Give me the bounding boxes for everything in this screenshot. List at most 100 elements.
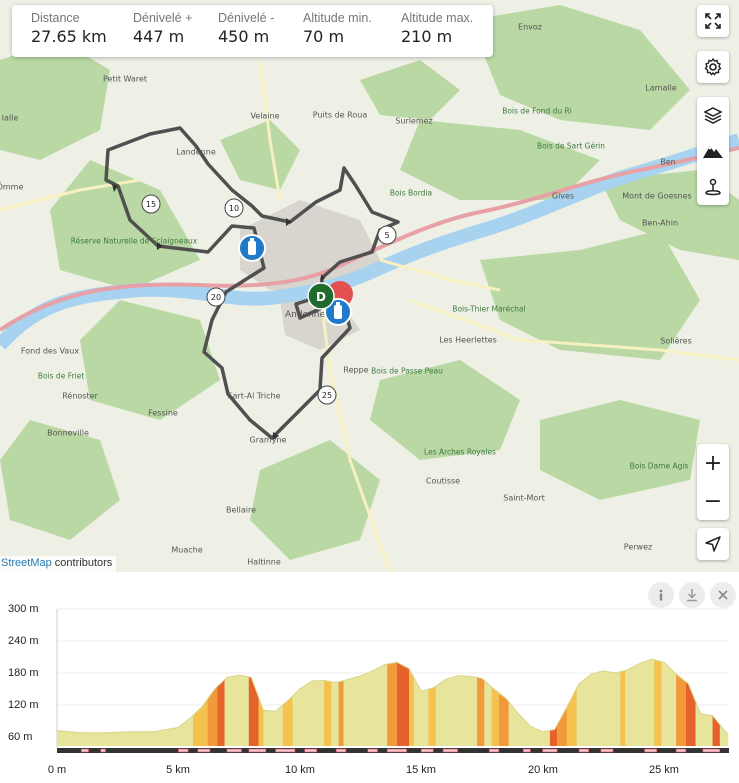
elevation-area [56,658,729,746]
forest-areas [0,5,739,560]
place-label: Bois Dame Agis [629,461,689,471]
place-label: Coutisse [425,476,461,486]
place-label: Ben [660,157,676,167]
place-label: Ialle [1,113,19,123]
place-label: Reppe [343,365,369,375]
stat-value: 27.65 km [31,27,107,46]
fullscreen-button[interactable] [697,5,729,37]
settings-button[interactable] [697,51,729,83]
surface-segment [675,748,687,753]
y-tick-label: 300 m [8,603,39,615]
place-label: Bonneville [47,428,89,438]
slope-band [712,659,720,746]
surface-segment [420,748,434,753]
place-label: Andenne [284,310,326,320]
stat-label: Distance [31,11,80,25]
slope-band [324,659,332,746]
place-label: Bellaire [225,505,257,515]
place-label: Bois de Friet [37,371,85,381]
stat-elevation-loss: Dénivelé - 450 m [218,11,274,46]
layers-icon [703,107,723,124]
map-view[interactable]: Petit Waret Velaine Puits de Roua Surlem… [0,0,739,572]
stat-label: Altitude min. [303,11,372,25]
x-tick-label: 5 km [166,764,190,776]
stat-value: 447 m [133,27,185,46]
place-label: Bois de Passe Peau [371,366,443,376]
stat-value: 70 m [303,27,345,46]
surface-segment [522,748,531,753]
x-tick-label: 15 km [406,764,436,776]
slope-band [258,659,264,746]
slope-band [685,659,696,746]
slope-band [192,659,208,746]
place-label: Ben-Ahin [641,218,679,228]
stat-altitude-min: Altitude min. 70 m [303,11,372,46]
surface-segment [335,748,347,753]
surface-segment [644,748,658,753]
locate-arrow-icon [705,536,721,552]
slope-band [217,659,225,746]
surface-segment [100,748,106,753]
surface-segment [304,748,318,753]
slope-band [338,659,344,746]
stat-distance: Distance 27.65 km [31,11,107,46]
surface-segment [578,748,590,753]
y-tick-label: 120 m [8,699,39,711]
pin-person-icon [705,178,721,196]
attribution-link[interactable]: StreetMap [1,557,52,569]
place-label: Gives [551,191,575,201]
x-tick-label: 20 km [528,764,558,776]
slope-band [207,659,218,746]
terrain-button[interactable] [697,133,729,169]
surface-segment [197,748,211,753]
elevation-chart[interactable] [0,572,739,783]
map-attribution: StreetMap contributors [0,556,117,572]
place-label: Fond des Vaux [20,346,80,356]
layers-button[interactable] [697,97,729,133]
slope-band [566,659,577,746]
surface-segment [275,748,296,753]
place-label: Rénoster [62,391,98,401]
elevation-profile-panel: 300 m 240 m 180 m 120 m 60 m 0 m 5 km 10… [0,572,739,783]
surface-bar [57,748,729,753]
attribution-text: contributors [51,557,113,569]
surface-segment [600,748,614,753]
place-label: Haltinne [247,557,281,567]
zoom-out-button[interactable]: − [697,482,729,520]
place-label: Les Arches Royales [424,447,496,457]
locate-button[interactable] [697,528,729,560]
surface-segment [248,748,267,753]
place-label: Lamalle [645,83,677,93]
place-label: Landenne [176,147,216,157]
slope-band [477,659,485,746]
map-base-layer [0,5,739,572]
slope-band [654,659,662,746]
place-label: Mont de Goesnes [622,191,692,201]
stat-label: Altitude max. [401,11,474,25]
surface-segment [367,748,378,753]
slope-band [396,659,410,746]
zoom-in-button[interactable]: + [697,444,729,482]
y-tick-label: 60 m [8,731,33,743]
stat-elevation-gain: Dénivelé + 447 m [133,11,192,46]
place-label: Solières [660,336,692,346]
slope-band [491,659,499,746]
place-label: Envoz [518,22,542,32]
place-label: Les Heerlettes [439,335,497,345]
stat-value: 210 m [401,27,453,46]
slope-band [387,659,397,746]
place-label: Perwez [623,542,653,552]
x-tick-label: 25 km [649,764,679,776]
surface-segment [226,748,242,753]
place-label: Velaine [250,111,280,121]
surface-segment [386,748,407,753]
gear-icon [704,57,722,76]
place-label: Bois de Sart Gérin [537,141,605,151]
slope-band [428,659,436,746]
fullscreen-icon [705,13,721,29]
y-tick-label: 240 m [8,635,39,647]
place-label: Fessine [148,408,178,418]
slope-band [557,659,567,746]
slope-band [498,659,509,746]
poi-button[interactable] [697,169,729,205]
